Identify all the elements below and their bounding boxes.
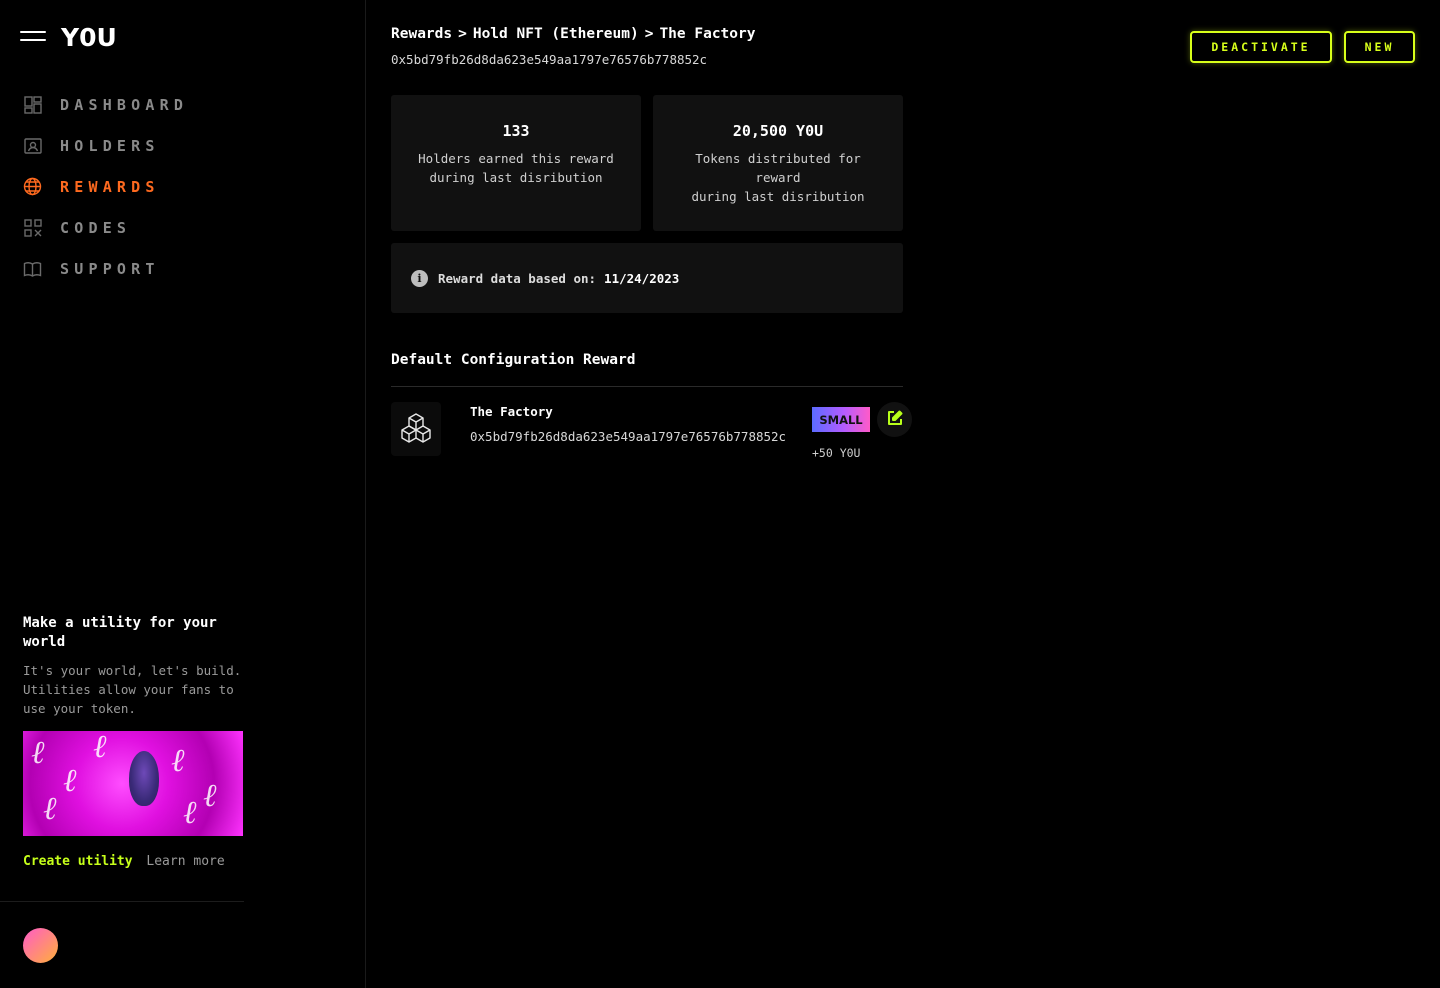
learn-more-link[interactable]: Learn more	[146, 854, 224, 869]
app-logo[interactable]: Y0U	[61, 23, 117, 52]
info-date: 11/24/2023	[604, 270, 680, 286]
sidebar-item-rewards[interactable]: REWARDS	[23, 166, 188, 207]
sidebar-nav: DASHBOARD HOLDERS REWARDS CODES SUPPORT	[23, 84, 188, 289]
info-box: i Reward data based on: 11/24/2023	[391, 243, 903, 313]
breadcrumb-separator: >	[458, 26, 467, 42]
stat-label: Tokens distributed for reward during las…	[691, 151, 865, 204]
deactivate-button[interactable]: DEACTIVATE	[1190, 31, 1332, 63]
edit-icon	[887, 410, 903, 430]
book-icon	[23, 259, 42, 278]
reward-name: The Factory	[470, 404, 553, 419]
sidebar-item-codes[interactable]: CODES	[23, 207, 188, 248]
sidebar: Y0U DASHBOARD HOLDERS REWARDS CODES SUPP…	[0, 0, 366, 988]
sidebar-divider	[0, 901, 244, 902]
reward-amount: +50 Y0U	[812, 446, 861, 460]
info-icon: i	[411, 269, 428, 287]
stat-card-holders: 133 Holders earned this reward during la…	[391, 95, 641, 231]
info-label: Reward data based on:	[438, 270, 597, 286]
holders-icon	[23, 136, 42, 155]
breadcrumb-current: The Factory	[659, 26, 756, 42]
sidebar-item-label: CODES	[60, 218, 132, 237]
user-avatar[interactable]	[23, 928, 58, 963]
contract-address: 0x5bd79fb26d8da623e549aa1797e76576b77885…	[391, 52, 708, 67]
promo-card: Make a utility for your world It's your …	[23, 614, 243, 869]
sidebar-item-label: HOLDERS	[60, 136, 160, 155]
section-title: Default Configuration Reward	[391, 352, 636, 368]
globe-icon	[23, 177, 42, 196]
stat-card-tokens: 20,500 Y0U Tokens distributed for reward…	[653, 95, 903, 231]
breadcrumb-separator: >	[644, 26, 654, 42]
sidebar-item-support[interactable]: SUPPORT	[23, 248, 188, 289]
sidebar-item-label: SUPPORT	[60, 259, 160, 278]
size-badge: SMALL	[812, 407, 870, 432]
reward-row: The Factory 0x5bd79fb26d8da623e549aa1797…	[391, 400, 931, 460]
sidebar-item-dashboard[interactable]: DASHBOARD	[23, 84, 188, 125]
breadcrumb-hold-nft[interactable]: Hold NFT (Ethereum)	[473, 26, 639, 42]
stat-value: 133	[502, 122, 530, 140]
sidebar-item-label: REWARDS	[60, 177, 160, 196]
new-button[interactable]: NEW	[1344, 31, 1415, 63]
promo-text: It's your world, let's build. Utilities …	[23, 663, 242, 716]
hamburger-menu-icon[interactable]	[20, 31, 46, 45]
breadcrumb: Rewards > Hold NFT (Ethereum) > The Fact…	[391, 26, 755, 42]
sidebar-item-holders[interactable]: HOLDERS	[23, 125, 188, 166]
promo-title: Make a utility for your world	[23, 615, 217, 650]
stat-value: 20,500 Y0U	[732, 122, 824, 140]
stat-label: Holders earned this reward during last d…	[418, 151, 614, 185]
section-divider	[391, 386, 903, 387]
cubes-icon	[391, 402, 441, 456]
flower-graphic	[129, 751, 159, 806]
create-utility-link[interactable]: Create utility	[23, 854, 133, 869]
edit-reward-button[interactable]	[877, 402, 912, 437]
dashboard-icon	[23, 95, 42, 114]
reward-address: 0x5bd79fb26d8da623e549aa1797e76576b77885…	[470, 429, 787, 444]
sidebar-item-label: DASHBOARD	[60, 95, 189, 114]
qr-code-icon	[23, 218, 42, 237]
breadcrumb-rewards[interactable]: Rewards	[391, 26, 452, 42]
promo-image: ℓ ℓ ℓ ℓ ℓ ℓ ℓ	[23, 731, 243, 836]
